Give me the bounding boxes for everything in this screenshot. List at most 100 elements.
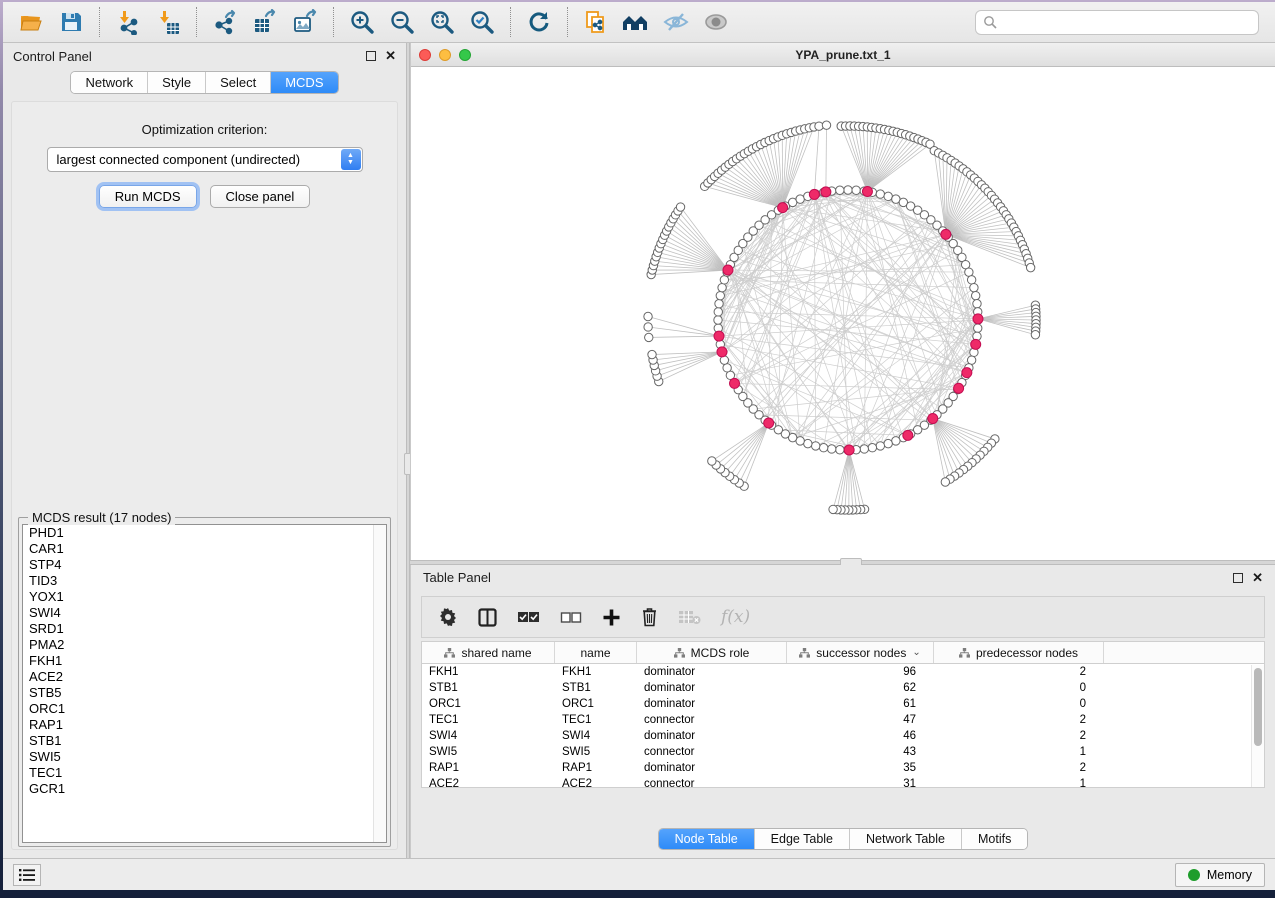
network-node	[836, 446, 844, 454]
network-canvas[interactable]	[411, 67, 1275, 560]
close-panel-icon[interactable]: ✕	[385, 51, 396, 61]
mcds-result-item[interactable]: GCR1	[23, 781, 386, 797]
network-leaf-node	[829, 505, 837, 513]
mcds-result-item[interactable]: SWI4	[23, 605, 386, 621]
column-header-successor-nodes[interactable]: successor nodes⌄	[787, 642, 934, 663]
network-node	[714, 308, 722, 316]
mcds-result-item[interactable]: YOX1	[23, 589, 386, 605]
mcds-result-item[interactable]: SWI5	[23, 749, 386, 765]
zoom-selected-icon[interactable]	[467, 7, 497, 37]
table-scrollbar-thumb[interactable]	[1254, 668, 1262, 746]
column-header-name[interactable]: name	[555, 642, 637, 663]
zoom-in-icon[interactable]	[347, 7, 377, 37]
mcds-result-item[interactable]: TEC1	[23, 765, 386, 781]
export-image-icon[interactable]	[290, 7, 320, 37]
open-file-icon[interactable]	[16, 7, 46, 37]
network-leaf-node	[822, 121, 830, 129]
mcds-result-item[interactable]: TID3	[23, 573, 386, 589]
tab-network[interactable]: Network	[71, 72, 147, 93]
table-row[interactable]: SWI5SWI5connector431	[422, 744, 1264, 760]
mcds-list-scrollbar[interactable]	[373, 525, 386, 842]
mcds-result-item[interactable]: FKH1	[23, 653, 386, 669]
table-row[interactable]: ORC1ORC1dominator610	[422, 696, 1264, 712]
memory-button[interactable]: Memory	[1175, 863, 1265, 887]
export-table-icon[interactable]	[250, 7, 280, 37]
close-table-panel-icon[interactable]: ✕	[1252, 573, 1263, 583]
table-row[interactable]: SWI4SWI4dominator462	[422, 728, 1264, 744]
delete-column-trash-icon[interactable]	[641, 607, 658, 627]
float-table-panel-icon[interactable]	[1233, 573, 1243, 583]
network-node	[884, 192, 892, 200]
cell-name: TEC1	[555, 714, 637, 726]
column-header-predecessor-nodes[interactable]: predecessor nodes	[934, 642, 1104, 663]
zoom-fit-icon[interactable]	[427, 7, 457, 37]
mcds-result-title: MCDS result (17 nodes)	[28, 510, 175, 525]
mcds-result-item[interactable]: CAR1	[23, 541, 386, 557]
float-panel-icon[interactable]	[366, 51, 376, 61]
table-row[interactable]: STB1STB1dominator620	[422, 680, 1264, 696]
criterion-dropdown[interactable]: largest connected component (undirected)…	[47, 147, 363, 172]
tab-node-table[interactable]: Node Table	[659, 829, 754, 849]
network-node	[718, 283, 726, 291]
hide-selected-icon[interactable]	[661, 7, 691, 37]
show-all-icon[interactable]	[701, 7, 731, 37]
network-node	[860, 445, 868, 453]
network-mcds-node	[778, 203, 788, 213]
close-panel-button[interactable]: Close panel	[210, 185, 311, 208]
first-neighbors-icon[interactable]	[621, 7, 651, 37]
tab-style[interactable]: Style	[147, 72, 205, 93]
clone-network-icon[interactable]	[581, 7, 611, 37]
table-row[interactable]: RAP1RAP1dominator352	[422, 760, 1264, 776]
cell-successor-nodes: 96	[787, 666, 934, 678]
column-header-shared-name[interactable]: shared name	[422, 642, 555, 663]
import-network-icon[interactable]	[113, 7, 143, 37]
function-builder-icon: f(x)	[721, 607, 750, 627]
tab-mcds[interactable]: MCDS	[270, 72, 337, 93]
tab-edge-table[interactable]: Edge Table	[754, 829, 849, 849]
run-mcds-button[interactable]: Run MCDS	[99, 185, 197, 208]
column-label: name	[580, 646, 610, 660]
network-view[interactable]	[411, 67, 1275, 560]
tab-select[interactable]: Select	[205, 72, 270, 93]
mcds-result-list[interactable]: PHD1CAR1STP4TID3YOX1SWI4SRD1PMA2FKH1ACE2…	[22, 524, 387, 843]
table-row[interactable]: FKH1FKH1dominator962	[422, 664, 1264, 680]
mcds-result-item[interactable]: RAP1	[23, 717, 386, 733]
mcds-result-item[interactable]: STP4	[23, 557, 386, 573]
mcds-result-item[interactable]: PMA2	[23, 637, 386, 653]
network-mcds-node	[809, 189, 819, 199]
export-network-icon[interactable]	[210, 7, 240, 37]
mcds-result-item[interactable]: PHD1	[23, 525, 386, 541]
network-node	[715, 300, 723, 308]
mcds-result-item[interactable]: ACE2	[23, 669, 386, 685]
column-label: successor nodes	[816, 646, 906, 660]
mcds-result-item[interactable]: STB5	[23, 685, 386, 701]
save-session-icon[interactable]	[56, 7, 86, 37]
column-header-MCDS-role[interactable]: MCDS role	[637, 642, 787, 663]
show-panels-list-button[interactable]	[13, 864, 41, 886]
search-field[interactable]	[975, 10, 1259, 35]
table-vertical-scrollbar[interactable]	[1251, 665, 1264, 787]
network-mcds-node	[821, 187, 831, 197]
table-row[interactable]: ACE2ACE2connector311	[422, 776, 1264, 788]
mcds-result-item[interactable]: ORC1	[23, 701, 386, 717]
cell-shared-name: STB1	[422, 682, 555, 694]
create-column-plus-icon[interactable]	[602, 608, 621, 627]
tab-network-table[interactable]: Network Table	[849, 829, 961, 849]
table-settings-gear-icon[interactable]	[438, 607, 458, 627]
zoom-out-icon[interactable]	[387, 7, 417, 37]
network-node	[811, 442, 819, 450]
refresh-view-icon[interactable]	[524, 7, 554, 37]
import-table-icon[interactable]	[153, 7, 183, 37]
network-node	[973, 300, 981, 308]
mcds-result-item[interactable]: SRD1	[23, 621, 386, 637]
deselect-all-rows-icon[interactable]	[560, 610, 582, 625]
tab-motifs[interactable]: Motifs	[961, 829, 1027, 849]
cell-shared-name: TEC1	[422, 714, 555, 726]
show-column-panel-icon[interactable]	[478, 608, 497, 627]
search-input[interactable]	[1002, 15, 1251, 29]
network-titlebar[interactable]: YPA_prune.txt_1	[411, 43, 1275, 67]
network-node	[714, 316, 722, 324]
table-row[interactable]: TEC1TEC1connector472	[422, 712, 1264, 728]
select-all-rows-icon[interactable]	[517, 609, 540, 625]
mcds-result-item[interactable]: STB1	[23, 733, 386, 749]
